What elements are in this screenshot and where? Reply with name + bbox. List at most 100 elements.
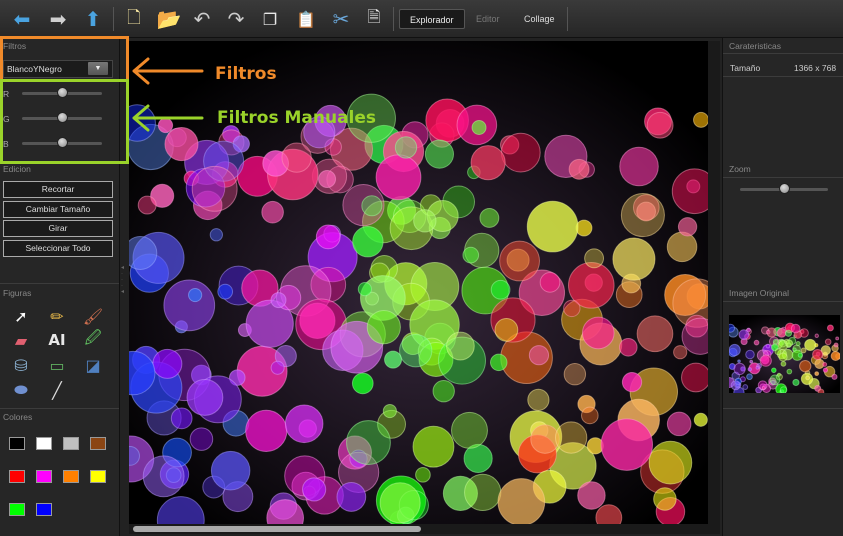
bokeh-circle xyxy=(494,318,519,342)
zoom-slider-knob[interactable] xyxy=(779,183,790,194)
seleccionar-todo-button[interactable]: Seleccionar Todo xyxy=(3,240,113,257)
size-value: 1366 x 768 xyxy=(794,63,837,73)
bokeh-circle xyxy=(209,228,223,242)
up-arrow-icon[interactable]: ⬆ xyxy=(79,5,107,33)
bokeh-circle xyxy=(648,440,693,485)
image-canvas[interactable] xyxy=(129,41,708,524)
vertical-scrollbar[interactable] xyxy=(708,41,720,534)
cambiar-tamano-button[interactable]: Cambiar Tamaño xyxy=(3,201,113,218)
figuras-section-title: Figuras xyxy=(3,288,32,298)
bokeh-circle xyxy=(812,348,824,360)
document-icon[interactable]: 🗎 xyxy=(360,5,388,33)
bokeh-circle xyxy=(384,350,403,369)
ellipse-icon[interactable]: ⬬ xyxy=(10,379,32,401)
bokeh-circle xyxy=(774,348,782,356)
bokeh-circle xyxy=(346,420,391,465)
bokeh-circle xyxy=(382,403,397,419)
manuales-annotation-label: Filtros Manuales xyxy=(217,108,377,128)
bokeh-circle xyxy=(792,347,797,352)
bokeh-circle xyxy=(805,375,811,381)
color-swatch-magenta[interactable] xyxy=(36,470,52,483)
app-window: ⬅ ➡ ⬆ 🗋 📂 ↶ ↷ ❐ 📋 ✂ 🗎 Explorador Editor … xyxy=(0,0,843,536)
redo-icon[interactable]: ↷ xyxy=(222,5,250,33)
tab-explorador[interactable]: Explorador xyxy=(399,9,465,29)
open-folder-icon[interactable]: 📂 xyxy=(155,5,183,33)
bokeh-thumbnail xyxy=(729,315,840,393)
bokeh-circle xyxy=(835,336,840,341)
bokeh-circle xyxy=(753,339,760,346)
bokeh-circle xyxy=(746,373,753,381)
bokeh-circle xyxy=(351,372,374,395)
bokeh-circle xyxy=(186,379,224,416)
color-swatch-gray[interactable] xyxy=(63,437,79,450)
paste-icon[interactable]: 📋 xyxy=(292,5,320,33)
bokeh-circle xyxy=(729,323,736,333)
color-swatch-green[interactable] xyxy=(9,503,25,516)
brush-icon[interactable]: 🖌 xyxy=(82,305,104,327)
paint-bucket-icon[interactable]: ⛁ xyxy=(10,354,32,376)
horizontal-scroll-thumb[interactable] xyxy=(133,526,421,532)
undo-icon[interactable]: ↶ xyxy=(188,5,216,33)
bokeh-circle xyxy=(412,425,455,468)
bokeh-circle xyxy=(693,412,708,427)
bokeh-circle xyxy=(318,169,337,188)
bokeh-circle xyxy=(755,365,760,370)
bokeh-circle xyxy=(446,331,475,361)
color-swatch-blue[interactable] xyxy=(36,503,52,516)
color-swatch-yellow[interactable] xyxy=(90,470,106,483)
color-swatch-white[interactable] xyxy=(36,437,52,450)
bokeh-circle xyxy=(765,329,771,335)
bokeh-circle xyxy=(191,165,238,212)
bokeh-circle xyxy=(189,427,214,451)
cut-icon[interactable]: ✂ xyxy=(327,5,355,33)
back-arrow-icon[interactable]: ⬅ xyxy=(8,5,36,33)
color-swatch-red[interactable] xyxy=(9,470,25,483)
copy-icon[interactable]: ❐ xyxy=(256,5,284,33)
bokeh-circle xyxy=(779,386,788,393)
divider xyxy=(723,408,843,409)
bokeh-circle xyxy=(826,324,834,332)
bokeh-circle xyxy=(554,421,588,454)
bokeh-circle xyxy=(137,195,157,215)
bokeh-circle xyxy=(471,119,487,136)
eraser-icon[interactable]: ▰ xyxy=(10,329,32,351)
bokeh-circle xyxy=(129,236,158,270)
rectangle-icon[interactable]: ▭ xyxy=(46,354,68,376)
bokeh-circle xyxy=(799,359,812,373)
bokeh-circle xyxy=(771,367,777,374)
bokeh-circle xyxy=(612,237,656,281)
bokeh-circle xyxy=(790,323,801,334)
bokeh-circle xyxy=(822,362,828,367)
bokeh-circle xyxy=(742,384,749,390)
tab-editor[interactable]: Editor xyxy=(466,9,510,29)
forward-arrow-icon[interactable]: ➡ xyxy=(44,5,72,33)
bokeh-circle xyxy=(738,329,750,340)
bokeh-circle xyxy=(786,368,793,375)
bokeh-circle xyxy=(526,200,579,253)
bokeh-circle xyxy=(163,279,216,332)
pointer-icon[interactable]: ➚ xyxy=(10,305,32,327)
eyedropper-icon[interactable]: 🖉 xyxy=(82,328,104,351)
new-file-icon[interactable]: 🗋 xyxy=(120,5,148,33)
manuales-highlight-box xyxy=(0,79,129,164)
pencil-icon[interactable]: ✏ xyxy=(46,305,68,327)
gradient-icon[interactable]: ◪ xyxy=(82,354,104,376)
bokeh-circle xyxy=(733,362,746,376)
bokeh-circle xyxy=(673,345,688,360)
girar-button[interactable]: Girar xyxy=(3,220,113,237)
color-swatch-orange[interactable] xyxy=(63,470,79,483)
recortar-button[interactable]: Recortar xyxy=(3,181,113,198)
horizontal-scrollbar[interactable] xyxy=(129,524,708,534)
bokeh-circle xyxy=(765,343,771,349)
bokeh-circle xyxy=(804,338,817,352)
bokeh-circle xyxy=(795,340,801,347)
text-tool-icon[interactable]: AI xyxy=(46,329,68,351)
bokeh-circle xyxy=(470,145,506,181)
tab-collage[interactable]: Collage xyxy=(514,9,565,29)
color-swatch-brown[interactable] xyxy=(90,437,106,450)
bokeh-circle xyxy=(563,299,581,318)
color-swatch-black[interactable] xyxy=(9,437,25,450)
bokeh-circle xyxy=(618,337,638,357)
panel-resize-grip[interactable]: ◂ · · · ◂ xyxy=(121,265,126,299)
line-icon[interactable]: ╱ xyxy=(46,379,68,401)
